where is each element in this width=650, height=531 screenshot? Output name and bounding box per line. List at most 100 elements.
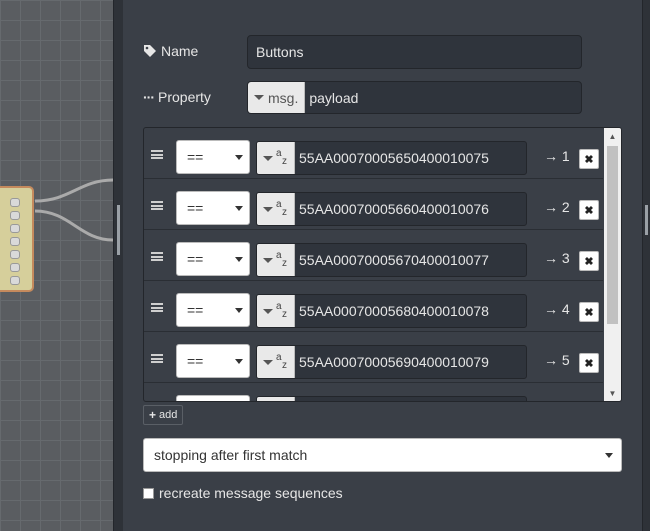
drag-handle-icon[interactable] <box>151 201 163 210</box>
output-port[interactable] <box>10 276 20 285</box>
rule-value: 55AA00070005670400010077 <box>299 252 489 268</box>
caret-down-icon <box>235 359 243 364</box>
rule-value-input[interactable]: az 55AA00070005680400010078 <box>256 294 527 328</box>
remove-rule-button[interactable]: ✖ <box>579 302 599 322</box>
close-icon: ✖ <box>584 204 594 217</box>
operator-select[interactable]: == <box>176 293 250 327</box>
value-type-button[interactable]: az <box>257 244 295 276</box>
output-port[interactable] <box>10 211 20 220</box>
output-label: → 4 <box>544 301 570 317</box>
drag-handle-icon[interactable] <box>151 252 163 261</box>
rule-value: 55AA00070005650400010075 <box>299 150 489 166</box>
property-value: payload <box>309 89 359 106</box>
switch-node[interactable] <box>0 186 34 292</box>
drag-handle-icon[interactable] <box>151 150 163 159</box>
rule-value: 55AA00070005680400010078 <box>299 303 489 319</box>
output-port[interactable] <box>10 237 20 246</box>
value-type-button[interactable]: az <box>257 142 295 174</box>
name-label: Name <box>161 43 199 59</box>
operator-value: == <box>187 353 204 369</box>
property-input[interactable]: msg. payload <box>247 81 582 114</box>
scroll-thumb[interactable] <box>607 146 618 324</box>
output-label: → 2 <box>544 199 570 215</box>
operator-value: == <box>187 149 204 165</box>
rule-row: == az 55AA00070005670400010077 → 3 ✖ <box>144 230 603 281</box>
operator-value: == <box>187 251 204 267</box>
output-port[interactable] <box>10 263 20 272</box>
output-label: → 1 <box>544 148 570 164</box>
name-label-row: Name <box>143 43 198 59</box>
add-rule-button[interactable]: + add <box>143 405 184 425</box>
property-type-label: msg. <box>268 89 299 106</box>
output-port[interactable] <box>10 224 20 233</box>
caret-down-icon <box>605 453 613 458</box>
value-type-button[interactable]: az <box>257 346 295 378</box>
rule-row: == az 55AA00070005650400010075 → 1 ✖ <box>144 128 603 179</box>
operator-select[interactable]: == <box>176 140 250 174</box>
rule-value-input[interactable]: az 55AA00070005660400010076 <box>256 192 527 226</box>
caret-down-icon <box>263 308 273 314</box>
name-input[interactable]: Buttons <box>247 35 582 69</box>
output-port[interactable] <box>10 250 20 259</box>
right-resize-handle[interactable] <box>642 0 650 531</box>
close-icon: ✖ <box>584 357 594 370</box>
rule-value <box>295 397 299 401</box>
string-type-icon: az <box>276 250 287 269</box>
operator-select[interactable]: == <box>176 242 250 276</box>
ellipsis-icon: ··· <box>143 89 155 105</box>
caret-down-icon <box>235 257 243 262</box>
check-mode-select[interactable]: stopping after first match <box>143 438 622 472</box>
property-label: Property <box>158 89 211 105</box>
caret-down-icon <box>263 257 273 263</box>
property-type-button[interactable]: msg. <box>248 82 306 113</box>
flow-workspace[interactable] <box>0 0 113 531</box>
operator-select[interactable]: == <box>176 191 250 225</box>
caret-down-icon <box>235 308 243 313</box>
rule-value-input[interactable]: az 55AA00070005690400010079 <box>256 345 527 379</box>
rule-value-input[interactable]: az 55AA00070005650400010075 <box>256 141 527 175</box>
close-icon: ✖ <box>584 306 594 319</box>
tag-icon <box>144 45 156 57</box>
rules-list[interactable]: == az 55AA00070005650400010075 → 1 ✖ == … <box>143 127 622 402</box>
operator-value: == <box>187 200 204 216</box>
tray-resize-handle[interactable] <box>113 0 123 531</box>
value-type-button[interactable]: az <box>257 397 295 401</box>
value-type-button[interactable]: az <box>257 295 295 327</box>
rule-value-input[interactable]: az 55AA00070005670400010077 <box>256 243 527 277</box>
scroll-up-icon[interactable]: ▲ <box>604 128 621 144</box>
check-mode-value: stopping after first match <box>154 447 308 463</box>
remove-rule-button[interactable]: ✖ <box>579 200 599 220</box>
rule-row: == az <box>144 383 603 401</box>
caret-down-icon <box>254 95 264 100</box>
operator-select[interactable]: == <box>176 344 250 378</box>
recreate-sequences-label[interactable]: recreate message sequences <box>159 485 343 501</box>
caret-down-icon <box>235 206 243 211</box>
scroll-down-icon[interactable]: ▼ <box>604 385 621 401</box>
string-type-icon: az <box>276 199 287 218</box>
remove-rule-button[interactable]: ✖ <box>579 251 599 271</box>
caret-down-icon <box>235 155 243 160</box>
rule-value-input[interactable]: az <box>256 396 527 401</box>
recreate-sequences-row: recreate message sequences <box>143 485 343 501</box>
value-type-button[interactable]: az <box>257 193 295 225</box>
rules-scrollbar[interactable]: ▲ ▼ <box>604 128 621 401</box>
drag-handle-icon[interactable] <box>151 303 163 312</box>
rule-value: 55AA00070005660400010076 <box>299 201 489 217</box>
output-label: → 5 <box>544 352 570 368</box>
drag-handle-icon[interactable] <box>151 354 163 363</box>
output-port[interactable] <box>10 198 20 207</box>
resize-grip <box>645 205 648 235</box>
string-type-icon: az <box>276 148 287 167</box>
name-input-value: Buttons <box>256 44 304 60</box>
rule-value: 55AA00070005690400010079 <box>299 354 489 370</box>
operator-select[interactable]: == <box>176 395 250 401</box>
caret-down-icon <box>263 206 273 212</box>
remove-rule-button[interactable]: ✖ <box>579 353 599 373</box>
remove-rule-button[interactable]: ✖ <box>579 149 599 169</box>
plus-icon: + <box>149 408 157 422</box>
resize-grip <box>117 205 120 255</box>
rule-row: == az 55AA00070005660400010076 → 2 ✖ <box>144 179 603 230</box>
close-icon: ✖ <box>584 153 594 166</box>
recreate-sequences-checkbox[interactable] <box>143 487 154 499</box>
close-icon: ✖ <box>584 255 594 268</box>
